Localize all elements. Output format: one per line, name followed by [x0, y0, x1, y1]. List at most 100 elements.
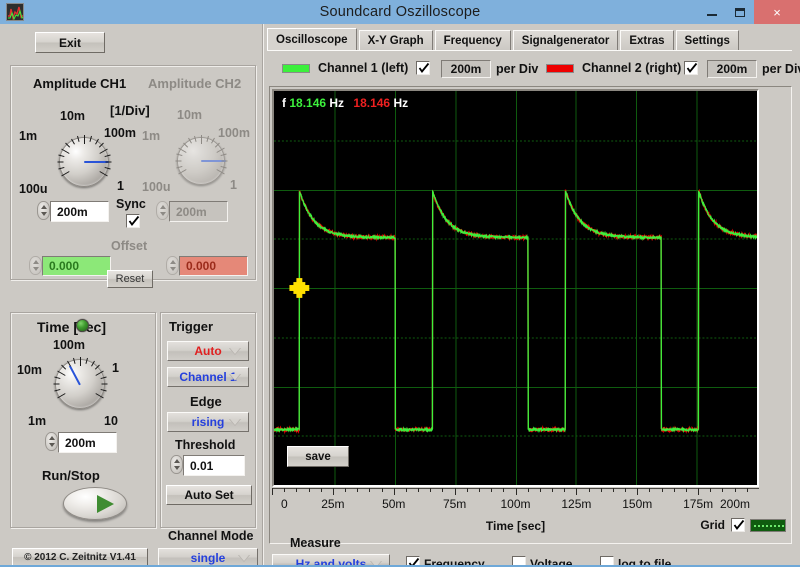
- trigger-edge-value: rising: [191, 415, 225, 429]
- plot-frame[interactable]: f 18.146 Hz 18.146 Hz save: [272, 89, 759, 487]
- amplitude-ch1-field[interactable]: 200m: [37, 201, 109, 222]
- auto-set-button[interactable]: Auto Set: [166, 485, 252, 505]
- edge-label: Edge: [190, 394, 222, 409]
- offset-label: Offset: [111, 239, 148, 253]
- sync-label: Sync: [116, 197, 146, 211]
- offset-ch2-value[interactable]: 0.000: [179, 256, 248, 276]
- cursor-marker[interactable]: [293, 282, 306, 294]
- runstop-label: Run/Stop: [42, 468, 100, 483]
- per-div-label: [1/Div]: [110, 103, 150, 118]
- app-icon: [6, 3, 24, 21]
- offset-ch2-field[interactable]: 0.000: [166, 256, 248, 276]
- x-tick-label: 125m: [561, 497, 591, 511]
- tab-oscilloscope[interactable]: Oscilloscope: [267, 28, 357, 51]
- time-value-field[interactable]: 200m: [45, 432, 117, 453]
- minimize-button[interactable]: [698, 0, 726, 24]
- amplitude-ch2-tick-1m: 1m: [142, 129, 161, 143]
- trigger-mode-combo[interactable]: Auto: [167, 341, 249, 361]
- measure-label: Measure: [290, 536, 341, 550]
- offset-reset-button[interactable]: Reset: [107, 270, 153, 288]
- run-stop-button[interactable]: [63, 487, 127, 520]
- left-control-panel: Exit Amplitude CH1 Amplitude CH2 [1/Div]…: [0, 24, 264, 567]
- readout-prefix: f: [282, 96, 286, 110]
- app-window: Soundcard Oszilloscope × Exit Amplitude …: [0, 0, 800, 567]
- chevron-down-icon: [238, 554, 250, 562]
- exit-button[interactable]: Exit: [35, 32, 105, 53]
- amplitude-ch2-tick-1: 1: [230, 178, 237, 192]
- x-tick-label: 25m: [321, 497, 344, 511]
- readout-ch1-unit: Hz: [329, 96, 345, 110]
- maximize-button[interactable]: [726, 0, 754, 24]
- knob-tick: [53, 383, 60, 385]
- offset-ch1-value[interactable]: 0.000: [42, 256, 111, 276]
- trigger-title: Trigger: [169, 319, 214, 334]
- channel1-color-swatch: [282, 64, 310, 73]
- amplitude-ch2-tick-10m: 10m: [177, 108, 203, 122]
- amplitude-ch1-tick-1: 1: [117, 179, 124, 193]
- knob-tick: [221, 160, 228, 162]
- threshold-field[interactable]: 0.01: [170, 455, 245, 476]
- chevron-down-icon: [229, 374, 241, 381]
- tab-underline: [267, 50, 792, 51]
- channel-mode-value: single: [190, 550, 226, 565]
- time-value[interactable]: 200m: [58, 432, 117, 453]
- oscilloscope-plot[interactable]: [274, 91, 757, 485]
- maximize-icon: [735, 7, 745, 17]
- offset-ch1-spinner[interactable]: [29, 256, 42, 275]
- readout-ch2-unit: Hz: [393, 96, 409, 110]
- tab-signalgenerator[interactable]: Signalgenerator: [512, 30, 619, 51]
- save-button[interactable]: save: [287, 446, 349, 467]
- time-title: Time [sec]: [37, 319, 106, 335]
- x-tick-label: 100m: [500, 497, 530, 511]
- tab-settings[interactable]: Settings: [675, 30, 739, 51]
- time-tick-1m: 1m: [28, 414, 47, 428]
- threshold-value[interactable]: 0.01: [183, 455, 245, 476]
- channel2-volts-per-div[interactable]: 200m: [707, 60, 757, 78]
- time-tick-10m: 10m: [17, 363, 43, 377]
- channel1-volts-per-div[interactable]: 200m: [441, 60, 491, 78]
- amplitude-ch1-tick-1m: 1m: [19, 129, 38, 143]
- x-tick-label: 0: [281, 497, 288, 511]
- channel1-enable-checkbox[interactable]: [416, 61, 430, 75]
- knob-tick: [84, 135, 85, 144]
- copyright-button[interactable]: © 2012 C. Zeitnitz V1.41: [12, 548, 148, 566]
- trigger-edge-combo[interactable]: rising: [167, 412, 249, 432]
- amplitude-ch1-value[interactable]: 200m: [50, 201, 109, 222]
- threshold-label: Threshold: [175, 438, 236, 452]
- scope-panel: f 18.146 Hz 18.146 Hz save 0 25m 50m 75m 100…: [269, 86, 792, 544]
- channel1-label: Channel 1 (left): [318, 61, 409, 75]
- amplitude-ch1-tick-100m: 100m: [104, 126, 136, 140]
- grid-color-swatch[interactable]: [750, 519, 786, 532]
- amplitude-ch1-spinner[interactable]: [37, 201, 50, 220]
- tab-frequency[interactable]: Frequency: [434, 30, 511, 51]
- knob-tick: [80, 357, 81, 366]
- close-button[interactable]: ×: [754, 0, 800, 24]
- channel2-enable-checkbox[interactable]: [684, 61, 698, 75]
- sync-checkbox[interactable]: [126, 214, 140, 228]
- amplitude-ch2-field[interactable]: 200m: [156, 201, 228, 222]
- x-tick-label: 50m: [382, 497, 405, 511]
- tab-xy-graph[interactable]: X-Y Graph: [358, 30, 433, 51]
- knob-tick: [105, 161, 112, 163]
- trigger-source-combo[interactable]: Channel 1: [167, 367, 249, 387]
- amplitude-ch2-value[interactable]: 200m: [169, 201, 228, 222]
- time-spinner[interactable]: [45, 432, 58, 451]
- amplitude-ch2-spinner[interactable]: [156, 201, 169, 220]
- time-tick-100m: 100m: [53, 338, 85, 352]
- channel2-per-div-label: per Div: [762, 62, 800, 76]
- minimize-icon: [707, 14, 717, 16]
- offset-ch2-spinner[interactable]: [166, 256, 179, 275]
- time-knob[interactable]: [39, 343, 121, 423]
- channel2-label: Channel 2 (right): [582, 61, 682, 75]
- tab-extras[interactable]: Extras: [620, 30, 674, 51]
- grid-checkbox[interactable]: [731, 518, 745, 532]
- tab-strip: Oscilloscope X-Y Graph Frequency Signalg…: [267, 28, 741, 51]
- grid-label: Grid: [700, 518, 725, 532]
- window-title: Soundcard Oszilloscope: [319, 4, 481, 20]
- amplitude-ch1-title: Amplitude CH1: [33, 76, 127, 91]
- window-controls: ×: [698, 0, 800, 24]
- readout-ch1-freq: 18.146: [289, 96, 327, 110]
- offset-ch1-field[interactable]: 0.000: [29, 256, 111, 276]
- threshold-spinner[interactable]: [170, 455, 183, 474]
- x-tick-label: 150m: [622, 497, 652, 511]
